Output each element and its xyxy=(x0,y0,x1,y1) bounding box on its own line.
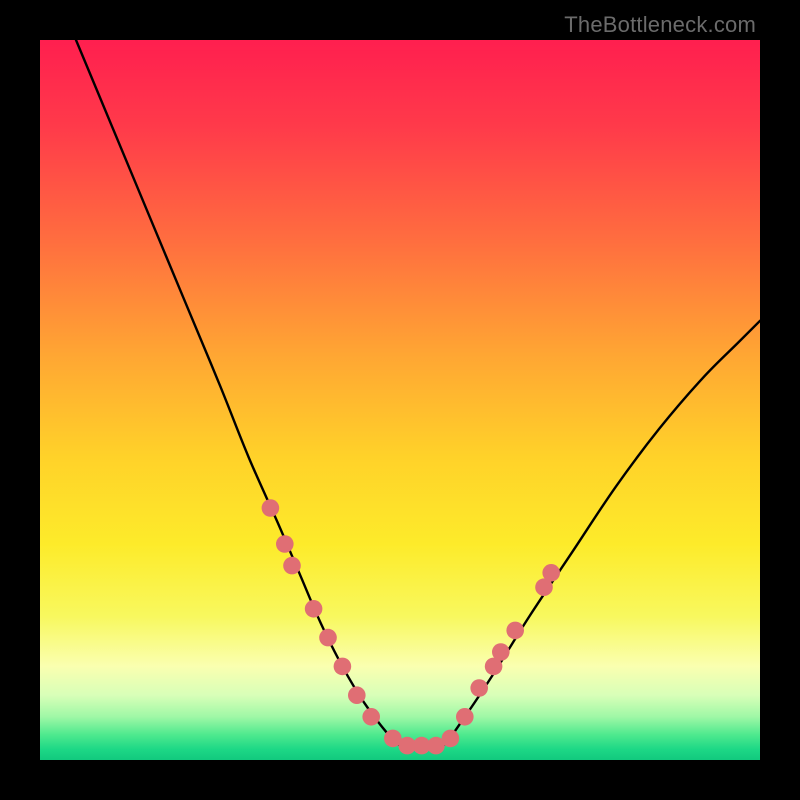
watermark-text: TheBottleneck.com xyxy=(564,12,756,38)
bottleneck-curve xyxy=(76,40,760,750)
curve-marker xyxy=(334,658,352,676)
curve-marker xyxy=(362,708,380,726)
curve-marker xyxy=(319,629,337,647)
curve-layer xyxy=(40,40,760,760)
curve-marker xyxy=(442,730,460,748)
curve-marker xyxy=(262,499,280,517)
curve-marker xyxy=(305,600,323,618)
curve-marker xyxy=(542,564,560,582)
curve-marker xyxy=(456,708,474,726)
curve-marker xyxy=(470,679,488,697)
curve-marker xyxy=(276,535,294,553)
plot-area xyxy=(40,40,760,760)
chart-stage: TheBottleneck.com xyxy=(0,0,800,800)
curve-markers xyxy=(262,499,560,754)
curve-marker xyxy=(348,686,366,704)
curve-marker xyxy=(283,557,301,575)
curve-marker xyxy=(492,643,510,661)
curve-marker xyxy=(506,622,524,640)
